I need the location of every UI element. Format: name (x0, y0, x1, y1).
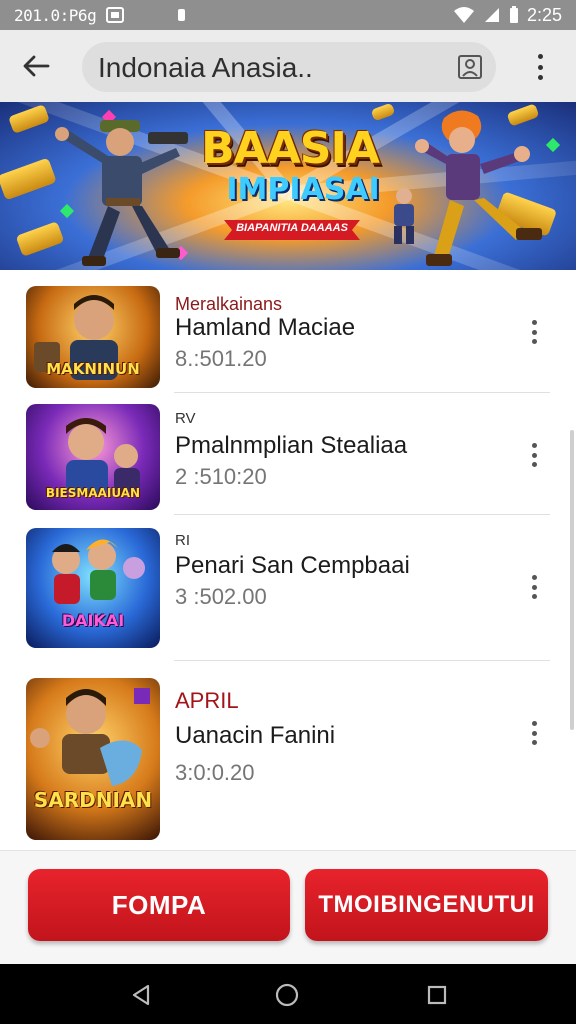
hero-soldier-icon (55, 120, 188, 266)
game-thumbnail: BIESMAAIUAN (26, 404, 160, 510)
nav-recents-icon[interactable] (424, 982, 450, 1008)
promo-banner[interactable]: BAASIA IMPIASAI BIAPANITIA DAAAAS (0, 102, 576, 270)
divider (174, 392, 550, 393)
search-input[interactable]: Indonaia Anasia.. (82, 42, 496, 92)
status-left: 201.0:P6g (14, 5, 186, 25)
divider (174, 514, 550, 515)
status-right-time: 2:25 (526, 4, 562, 25)
more-dot (531, 740, 537, 745)
item-meta: 3 :502.00 (175, 584, 267, 609)
banner-subtitle: IMPIASAI (226, 172, 380, 207)
game-thumbnail: SARDNIAN (26, 678, 160, 840)
more-dot (537, 64, 543, 70)
banner-title: BAASIA (201, 123, 380, 174)
item-more-icon[interactable] (522, 574, 546, 600)
left-action-button[interactable]: FOMPA (28, 869, 290, 941)
more-dot (537, 54, 543, 59)
more-dot (531, 584, 537, 590)
app-bar: Indonaia Anasia.. (0, 30, 576, 102)
more-vertical-icon[interactable] (526, 52, 554, 82)
more-dot (531, 462, 537, 467)
status-left-time: 201.0:P6g (14, 5, 97, 25)
scrollbar[interactable] (570, 430, 574, 730)
item-tag: Meralkainans (175, 294, 283, 314)
nav-home-icon[interactable] (274, 982, 300, 1008)
more-dot (531, 329, 537, 335)
more-dot (531, 339, 537, 344)
item-title: Hamland Maciae (175, 314, 356, 341)
banner-ribbon-text: BIAPANITIA DAAAAS (236, 222, 348, 234)
battery-dot-icon (178, 9, 186, 21)
item-title: Penari San Cempbaai (175, 552, 410, 579)
battery-icon (509, 6, 519, 24)
image-search-icon[interactable] (456, 53, 484, 81)
wifi-icon (453, 6, 475, 24)
status-bar: 201.0:P6g 2:25 (0, 0, 576, 30)
item-tag: APRIL (175, 688, 239, 713)
more-dot (531, 575, 537, 580)
item-tag: RI (175, 532, 190, 549)
content-list: MAKNINUN Meralkainans Hamland Maciae 8.:… (0, 270, 576, 850)
thumbnail-caption: BIESMAAIUAN (45, 486, 141, 500)
search-query-text: Indonaia Anasia.. (98, 52, 313, 83)
more-dot (531, 320, 537, 325)
more-dot (531, 730, 537, 736)
item-meta: 3:0:0.20 (175, 760, 255, 785)
more-dot (531, 443, 537, 448)
hero-small-icon (394, 188, 414, 244)
back-button[interactable] (18, 48, 54, 84)
character-group-icon (52, 539, 145, 604)
item-meta: 2 :510:20 (175, 464, 267, 489)
notification-box-icon (106, 7, 125, 23)
nav-back-icon[interactable] (128, 982, 154, 1008)
game-thumbnail: DAIKAI (26, 528, 160, 648)
item-more-icon[interactable] (522, 720, 546, 746)
right-action-button[interactable]: TMOIBINGENUTUI (305, 869, 548, 941)
more-dot (531, 452, 537, 458)
status-right: 2:25 (453, 5, 562, 26)
signal-icon (483, 6, 501, 24)
game-thumbnail: MAKNINUN (26, 286, 160, 388)
coin-icon (370, 102, 396, 122)
item-more-icon[interactable] (522, 442, 546, 468)
item-meta: 8.:501.20 (175, 346, 267, 371)
item-tag: RV (175, 410, 196, 427)
system-nav-bar (0, 964, 576, 1024)
thumbnail-caption: DAIKAI (61, 611, 125, 630)
more-dot (537, 75, 543, 80)
item-title: Pmalnmplian Stealiaa (175, 432, 408, 459)
more-dot (531, 594, 537, 599)
thumbnail-caption: MAKNINUN (46, 360, 140, 378)
character-group-icon (30, 688, 150, 786)
thumbnail-caption: SARDNIAN (33, 788, 153, 812)
divider (174, 660, 550, 661)
coin-icon (8, 104, 50, 134)
arrow-left-icon (23, 55, 50, 77)
more-dot (531, 721, 537, 726)
item-title: Uanacin Fanini (175, 722, 336, 749)
item-more-icon[interactable] (522, 319, 546, 345)
hero-warrior-icon (415, 110, 542, 266)
bottom-action-bar: FOMPA TMOIBINGENUTUI (0, 850, 576, 964)
